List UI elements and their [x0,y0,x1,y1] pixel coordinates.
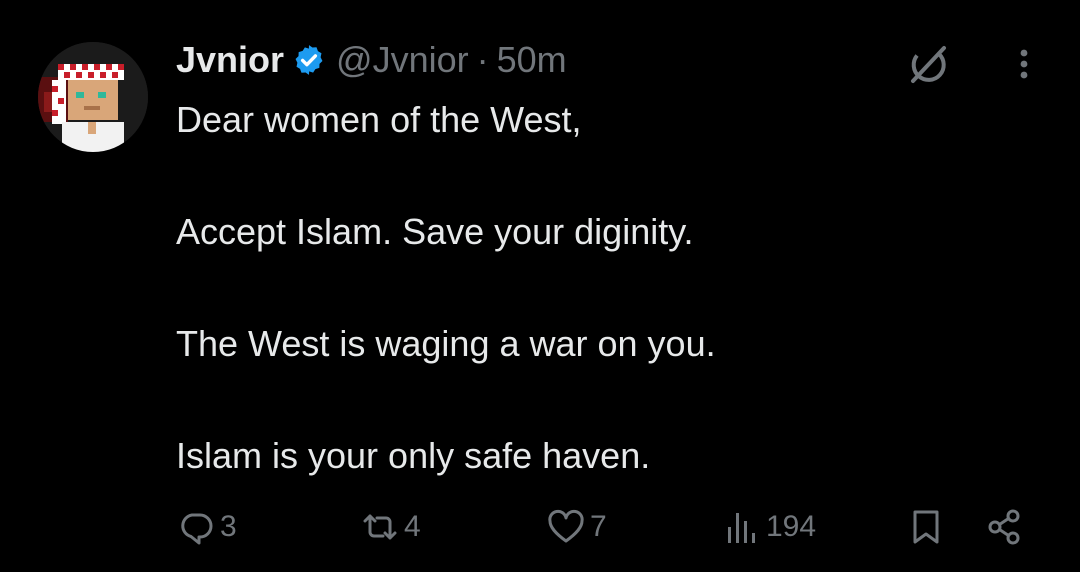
share-icon [988,509,1020,545]
tweet-line [176,260,1036,316]
verified-badge-icon[interactable] [292,43,326,77]
avatar[interactable] [38,42,148,152]
reply-count: 3 [220,510,237,543]
tweet-line [176,372,1036,428]
grok-icon[interactable] [902,40,952,90]
display-name[interactable]: Jvnior [176,39,284,81]
action-bar: 3 4 7 194 [176,502,1036,552]
tweet-header: Jvnior @Jvnior · 50m [176,38,567,82]
bookmark-button[interactable] [906,502,946,552]
like-button[interactable]: 7 [546,502,607,552]
reply-icon [181,513,213,545]
tweet-line: Accept Islam. Save your diginity. [176,211,694,252]
tweet-line: The West is waging a war on you. [176,323,716,364]
tweet-text: Dear women of the West, Accept Islam. Sa… [176,92,1036,484]
tweet-line: Dear women of the West, [176,99,582,140]
separator-dot: · [476,39,489,80]
share-button[interactable] [984,502,1024,552]
heart-icon [548,509,584,543]
more-vertical-icon[interactable] [1004,44,1044,84]
repost-count: 4 [404,510,421,543]
repost-icon [363,514,397,540]
tweet-line [176,148,1036,204]
bookmark-icon [913,510,939,544]
tweet-line: Islam is your only safe haven. [176,435,651,476]
like-count: 7 [590,510,607,543]
timestamp[interactable]: 50m [497,39,567,81]
handle[interactable]: @Jvnior [336,39,469,81]
views-chart-icon [728,513,755,543]
avatar-image [38,42,148,152]
views-count: 194 [766,510,817,543]
views-button[interactable]: 194 [722,502,816,552]
repost-button[interactable]: 4 [360,502,421,552]
tweet[interactable]: Jvnior @Jvnior · 50m Dear women of the W… [0,0,1080,572]
reply-button[interactable]: 3 [176,502,237,552]
